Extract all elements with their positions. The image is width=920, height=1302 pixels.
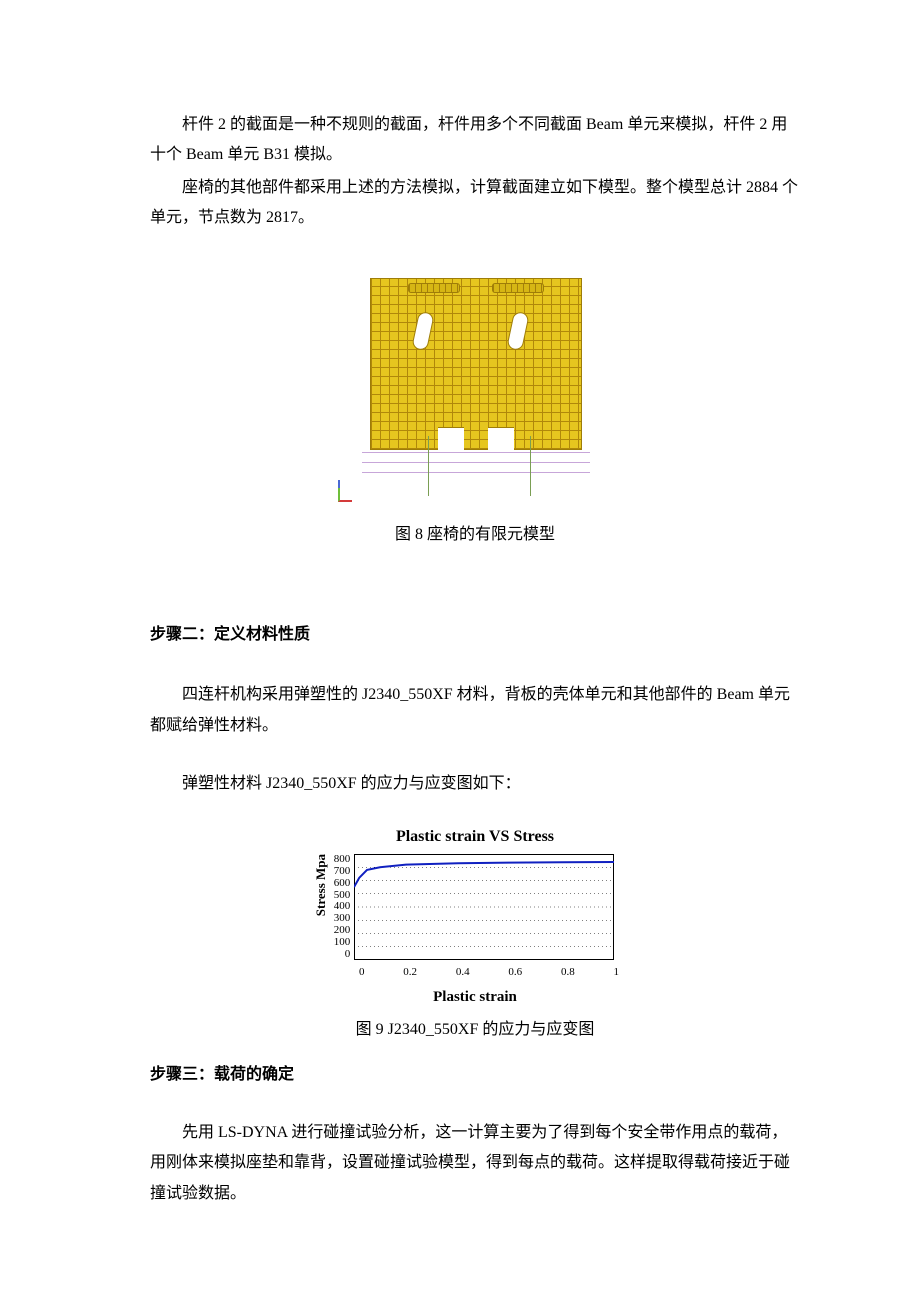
axis-triad-icon [338,488,352,502]
section-step3-title: 步骤三：载荷的确定 [150,1060,800,1090]
chart-x-label: Plastic strain [307,983,643,1012]
chart-title: Plastic strain VS Stress [307,822,643,852]
chart-plot-area [354,854,614,960]
figure-9-caption: 图 9 J2340_550XF 的应力与应变图 [150,1015,800,1045]
chart-y-ticks: 800 700 600 500 400 300 200 100 0 [334,854,355,960]
paragraph-material-assign: 四连杆机构采用弹塑性的 J2340_550XF 材料，背板的壳体单元和其他部件的… [150,680,800,741]
paragraph-seat-model: 座椅的其他部件都采用上述的方法模拟，计算截面建立如下模型。整个模型总计 2884… [150,173,800,234]
section-step2-title: 步骤二：定义材料性质 [150,620,800,650]
figure-9: Plastic strain VS Stress Stress Mpa 800 … [150,822,800,1046]
chart-y-label: Stress Mpa [307,854,334,934]
chart-x-ticks: 0 0.2 0.4 0.6 0.8 1 [359,960,619,983]
figure-8-caption: 图 8 座椅的有限元模型 [150,520,800,550]
paragraph-load-determine: 先用 LS-DYNA 进行碰撞试验分析，这一计算主要为了得到每个安全带作用点的载… [150,1118,800,1209]
figure-8-graphic [320,256,630,516]
figure-8: 图 8 座椅的有限元模型 [150,256,800,550]
paragraph-rod2: 杆件 2 的截面是一种不规则的截面，杆件用多个不同截面 Beam 单元来模拟，杆… [150,110,800,171]
paragraph-curve-intro: 弹塑性材料 J2340_550XF 的应力与应变图如下： [150,769,800,799]
